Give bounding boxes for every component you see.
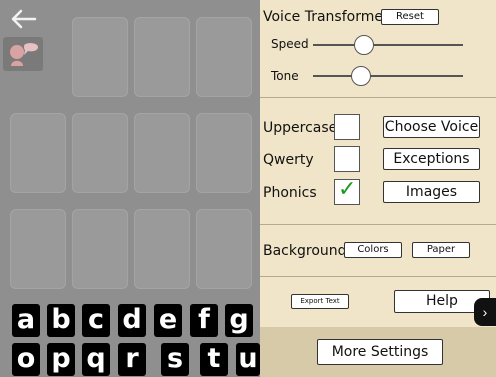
key-u[interactable]: u [236, 343, 260, 376]
back-button[interactable] [4, 3, 42, 35]
reset-button[interactable]: Reset [381, 9, 439, 25]
divider [260, 276, 496, 277]
more-settings-button[interactable]: More Settings [317, 339, 443, 365]
back-arrow-icon [11, 9, 37, 29]
tone-slider-track[interactable] [313, 75, 463, 77]
empty-tile [134, 113, 190, 193]
key-r[interactable]: r [118, 343, 146, 376]
uppercase-label: Uppercase [263, 120, 338, 136]
qwerty-checkbox[interactable] [334, 146, 360, 172]
key-t[interactable]: t [200, 343, 228, 376]
voice-transformer-title: Voice Transformer [263, 9, 389, 25]
key-s[interactable]: s [161, 343, 189, 376]
empty-tile [10, 209, 66, 289]
empty-tile [134, 17, 190, 97]
key-g[interactable]: g [225, 304, 253, 337]
speed-slider-knob[interactable] [354, 35, 374, 55]
checkmark-icon: ✓ [338, 177, 357, 202]
images-button[interactable]: Images [383, 181, 480, 203]
colors-button[interactable]: Colors [344, 242, 402, 258]
paper-button[interactable]: Paper [412, 242, 470, 258]
tone-label: Tone [271, 69, 299, 83]
qwerty-label: Qwerty [263, 152, 314, 168]
empty-tile [72, 113, 128, 193]
exceptions-button[interactable]: Exceptions [383, 148, 480, 170]
key-c[interactable]: c [82, 304, 110, 337]
chevron-right-icon: › [482, 304, 488, 320]
key-a[interactable]: a [12, 304, 40, 337]
key-p[interactable]: p [47, 343, 75, 376]
empty-tile [72, 17, 128, 97]
empty-tile [134, 209, 190, 289]
key-d[interactable]: d [118, 304, 146, 337]
divider [260, 224, 496, 225]
key-q[interactable]: q [82, 343, 110, 376]
choose-voice-button[interactable]: Choose Voice [383, 116, 480, 138]
key-e[interactable]: e [154, 304, 182, 337]
speak-button[interactable] [3, 37, 43, 71]
background-label: Background [263, 243, 347, 259]
tone-slider-knob[interactable] [351, 66, 371, 86]
key-b[interactable]: b [47, 304, 75, 337]
divider [260, 97, 496, 98]
phonics-checkbox[interactable]: ✓ [334, 177, 360, 205]
speed-slider-track[interactable] [313, 44, 463, 46]
empty-tile [72, 209, 128, 289]
phonics-label: Phonics [263, 185, 317, 201]
empty-tile [196, 113, 252, 193]
key-o[interactable]: o [12, 343, 40, 376]
uppercase-checkbox[interactable] [334, 114, 360, 140]
empty-tile [196, 209, 252, 289]
export-text-button[interactable]: Export Text [291, 294, 349, 309]
empty-tile [196, 17, 252, 97]
letter-board-area: a b c d e f g o p q r s t u [0, 0, 260, 377]
empty-tile [10, 113, 66, 193]
key-f[interactable]: f [190, 304, 218, 337]
collapse-panel-button[interactable]: › [474, 298, 496, 326]
speed-label: Speed [271, 37, 309, 51]
speaking-heads-icon [10, 43, 38, 66]
